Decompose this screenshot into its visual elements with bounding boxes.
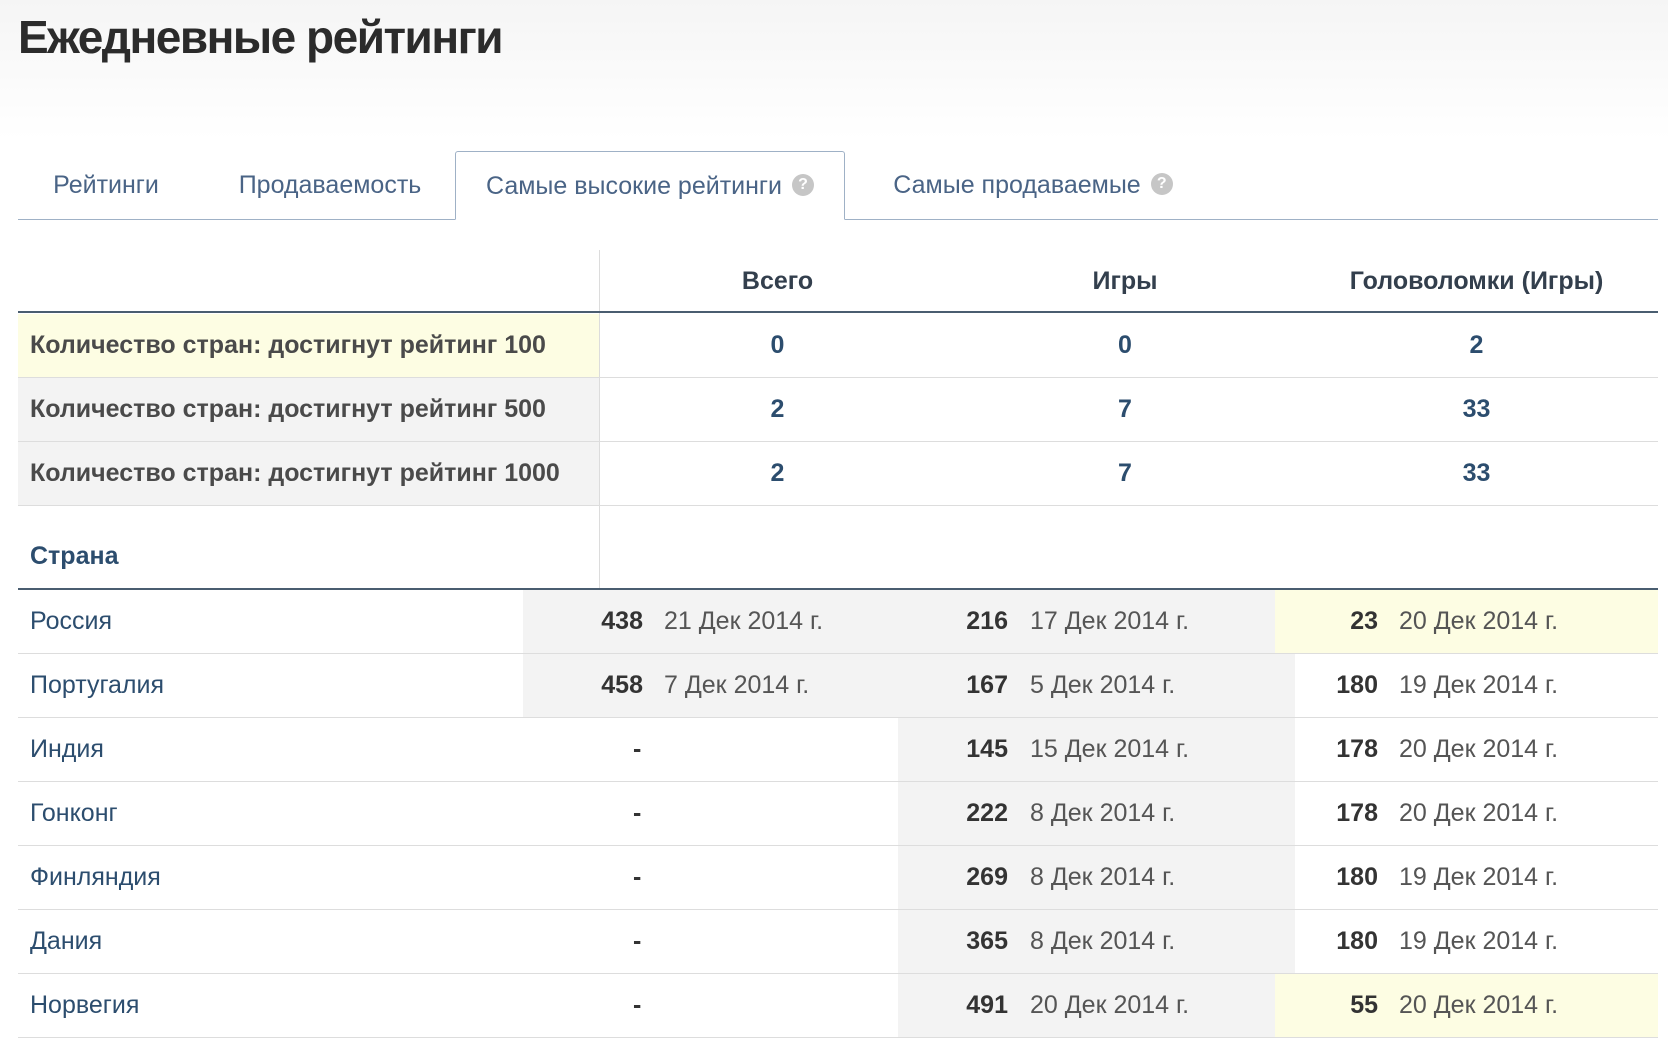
help-icon[interactable]: ? <box>1150 173 1173 196</box>
rank-total: - <box>633 927 642 955</box>
date-games: 17 Дек 2014 г. <box>1030 607 1190 635</box>
tab-label: Продаваемость <box>238 171 422 199</box>
table-row: Португалия 458 7 Дек 2014 г. 167 5 Дек 2… <box>18 654 1658 718</box>
rank-puzzles: 23 <box>1350 607 1378 635</box>
help-icon[interactable]: ? <box>792 174 814 197</box>
rank-games: 222 <box>966 799 1008 827</box>
date-puzzles: 19 Дек 2014 г. <box>1399 927 1559 955</box>
country-link[interactable]: Финляндия <box>18 846 161 909</box>
tab-top-selling[interactable]: Самые продаваемые? <box>863 151 1203 219</box>
summary-value-games: 7 <box>1118 459 1132 487</box>
summary-label: Количество стран: достигнут рейтинг 1000 <box>30 459 560 487</box>
country-link[interactable]: Норвегия <box>18 974 139 1037</box>
summary-value-total: 2 <box>770 459 785 487</box>
country-link[interactable]: Гонконг <box>18 782 118 845</box>
summary-value-games: 0 <box>1118 331 1132 359</box>
summary-value-total: 2 <box>770 395 785 423</box>
summary-label: Количество стран: достигнут рейтинг 100 <box>30 331 546 359</box>
rank-total: - <box>633 735 642 763</box>
country-column-header: Страна <box>30 542 119 570</box>
summary-value-total: 0 <box>770 331 785 359</box>
date-total: 21 Дек 2014 г. <box>664 607 824 635</box>
date-puzzles: 20 Дек 2014 г. <box>1399 991 1559 1019</box>
date-games: 5 Дек 2014 г. <box>1030 671 1176 699</box>
tab-top-ratings[interactable]: Самые высокие рейтинги? <box>455 151 845 220</box>
tab-label: Самые продаваемые <box>893 171 1141 199</box>
tab-bar: Рейтинги Продаваемость Самые высокие рей… <box>18 151 1658 220</box>
rank-puzzles: 178 <box>1336 735 1378 763</box>
country-link[interactable]: Дания <box>18 910 102 973</box>
country-link[interactable]: Россия <box>18 590 112 653</box>
rank-games: 145 <box>966 735 1008 763</box>
tab-label: Рейтинги <box>53 171 159 199</box>
rank-puzzles: 180 <box>1336 863 1378 891</box>
summary-value-puzzles: 2 <box>1469 331 1484 359</box>
country-link[interactable]: Индия <box>18 718 104 781</box>
rank-puzzles: 55 <box>1350 991 1378 1019</box>
table-row: Россия 438 21 Дек 2014 г. 216 17 Дек 201… <box>18 590 1658 654</box>
table-header-row: Всего Игры Головоломки (Игры) <box>18 250 1658 313</box>
country-link[interactable]: Португалия <box>18 654 164 717</box>
date-puzzles: 19 Дек 2014 г. <box>1399 863 1559 891</box>
page-title: Ежедневные рейтинги <box>18 11 504 63</box>
date-games: 8 Дек 2014 г. <box>1030 863 1176 891</box>
rank-games: 491 <box>966 991 1008 1019</box>
date-puzzles: 19 Дек 2014 г. <box>1399 671 1559 699</box>
summary-label: Количество стран: достигнут рейтинг 500 <box>30 395 546 423</box>
rank-total: - <box>633 991 642 1019</box>
date-puzzles: 20 Дек 2014 г. <box>1399 607 1559 635</box>
table-row: Индия - 145 15 Дек 2014 г. 178 20 Дек 20… <box>18 718 1658 782</box>
date-games: 20 Дек 2014 г. <box>1030 991 1190 1019</box>
date-games: 8 Дек 2014 г. <box>1030 799 1176 827</box>
rank-total: - <box>633 799 642 827</box>
table-row: Гонконг - 222 8 Дек 2014 г. 178 20 Дек 2… <box>18 782 1658 846</box>
rank-total: 458 <box>601 671 643 699</box>
date-games: 15 Дек 2014 г. <box>1030 735 1190 763</box>
date-games: 8 Дек 2014 г. <box>1030 927 1176 955</box>
column-header-games: Игры <box>1092 267 1158 295</box>
summary-row: Количество стран: достигнут рейтинг 1000… <box>18 442 1658 506</box>
summary-value-puzzles: 33 <box>1462 395 1491 423</box>
rank-games: 365 <box>966 927 1008 955</box>
rank-puzzles: 178 <box>1336 799 1378 827</box>
table-row: Финляндия - 269 8 Дек 2014 г. 180 19 Дек… <box>18 846 1658 910</box>
tab-sales[interactable]: Продаваемость <box>218 151 442 219</box>
rank-puzzles: 180 <box>1336 671 1378 699</box>
table-row: Норвегия - 491 20 Дек 2014 г. 55 20 Дек … <box>18 974 1658 1038</box>
country-header-row: Страна <box>18 506 1658 590</box>
date-puzzles: 20 Дек 2014 г. <box>1399 799 1559 827</box>
column-header-total: Всего <box>741 267 814 295</box>
column-header-puzzles: Головоломки (Игры) <box>1349 267 1604 295</box>
rank-games: 269 <box>966 863 1008 891</box>
summary-value-games: 7 <box>1118 395 1132 423</box>
date-total: 7 Дек 2014 г. <box>664 671 810 699</box>
date-puzzles: 20 Дек 2014 г. <box>1399 735 1559 763</box>
summary-row: Количество стран: достигнут рейтинг 500 … <box>18 378 1658 442</box>
rank-total: 438 <box>601 607 643 635</box>
rank-puzzles: 180 <box>1336 927 1378 955</box>
rank-total: - <box>633 863 642 891</box>
summary-value-puzzles: 33 <box>1462 459 1491 487</box>
tab-label: Самые высокие рейтинги <box>485 172 782 200</box>
tab-ratings[interactable]: Рейтинги <box>18 151 194 219</box>
table-row: Дания - 365 8 Дек 2014 г. 180 19 Дек 201… <box>18 910 1658 974</box>
rank-games: 167 <box>966 671 1008 699</box>
rank-games: 216 <box>966 607 1008 635</box>
summary-row: Количество стран: достигнут рейтинг 100 … <box>18 314 1658 378</box>
